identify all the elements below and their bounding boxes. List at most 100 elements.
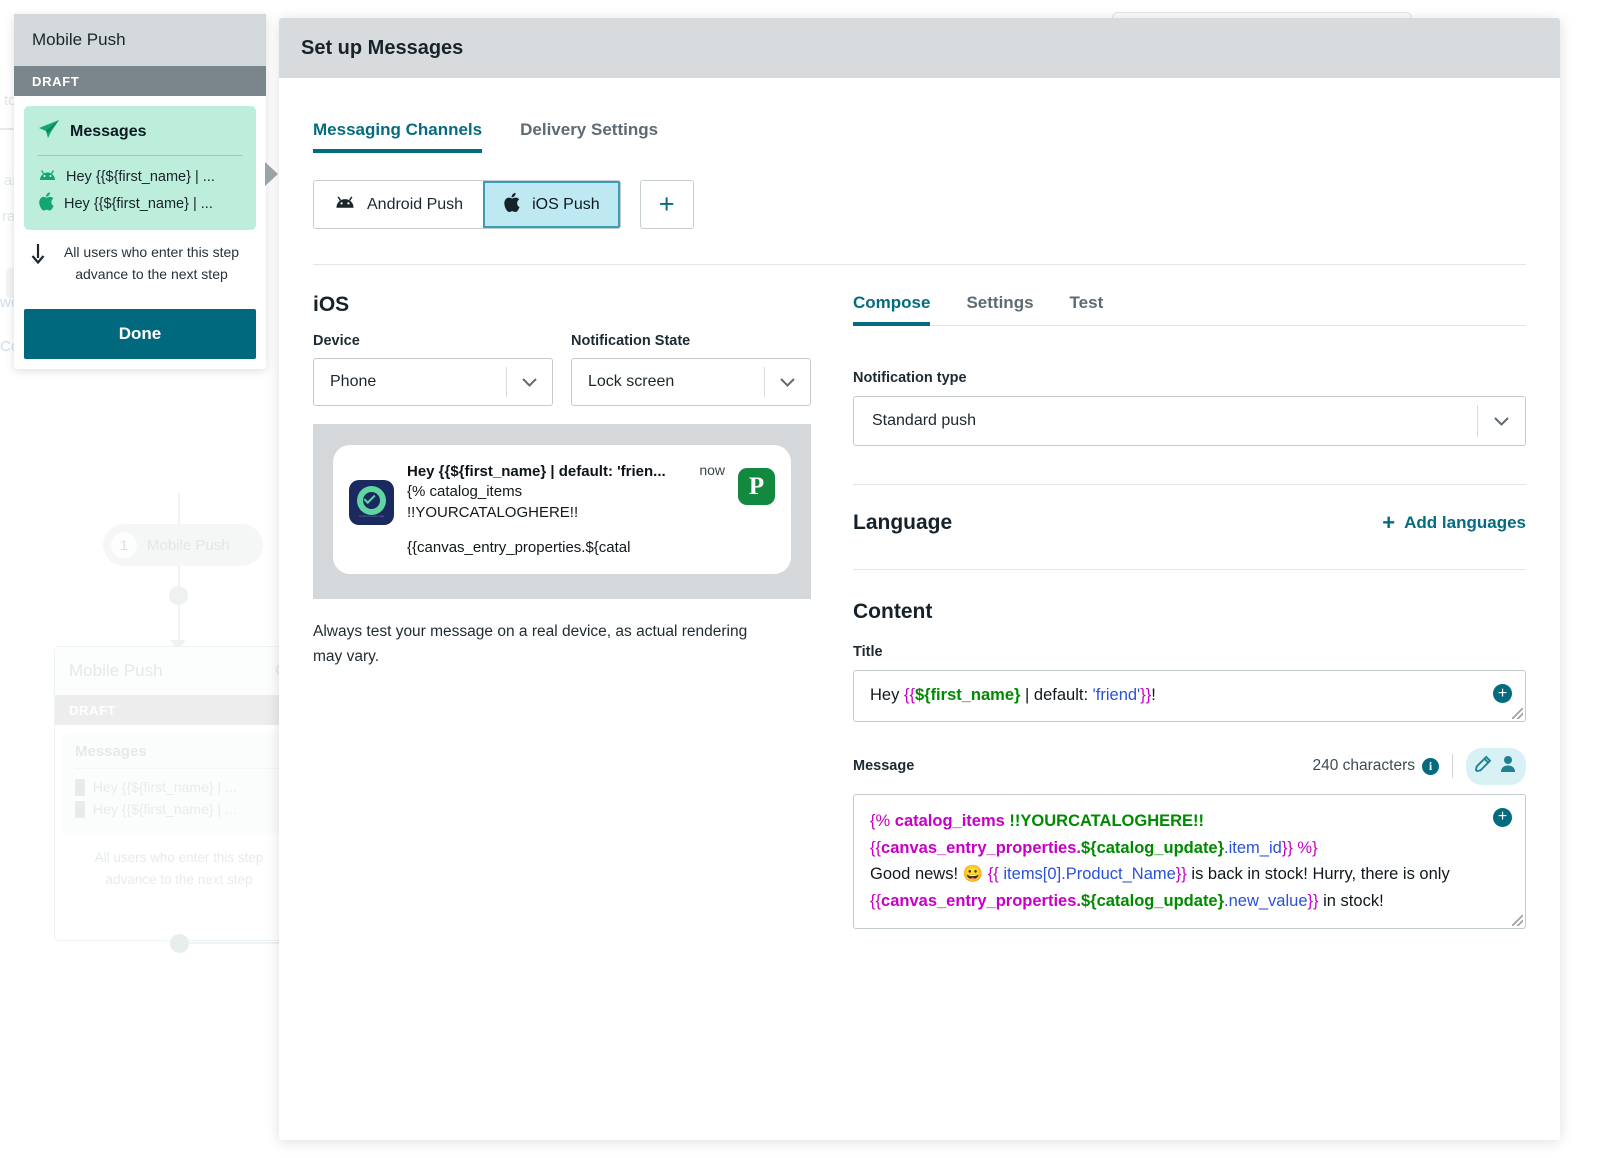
msg-l4-close: }} — [1307, 892, 1319, 911]
message-resize-handle[interactable] — [1512, 914, 1523, 926]
messages-card-divider — [38, 155, 242, 156]
notification-preview: verified secure app Hey {{${first_name} … — [313, 424, 811, 599]
apple-icon — [38, 192, 55, 215]
bg-connector-dot — [169, 586, 188, 605]
channel-selector: Android Push iOS Push + — [313, 180, 1526, 229]
tab-compose[interactable]: Compose — [853, 293, 931, 326]
character-count: 240 characters i — [1312, 757, 1439, 775]
device-field: Device Phone — [313, 333, 553, 406]
notification-state-select-value: Lock screen — [588, 373, 675, 390]
compose-tabs: Compose Settings Test — [853, 293, 1526, 326]
compose-column: Compose Settings Test Notification type … — [853, 293, 1526, 929]
channel-ios-push-label: iOS Push — [532, 195, 600, 213]
device-select-value: Phone — [330, 373, 377, 390]
add-languages-label: Add languages — [1404, 513, 1526, 532]
tab-messaging-channels[interactable]: Messaging Channels — [313, 120, 483, 153]
msg-l2-field: .item_id — [1224, 838, 1282, 857]
chevron-down-icon — [764, 367, 810, 397]
title-plain-1: Hey — [870, 686, 904, 704]
bg-card-status: DRAFT — [55, 695, 303, 725]
paper-plane-icon — [38, 119, 60, 144]
tab-test[interactable]: Test — [1070, 293, 1104, 325]
msg-l1-catalog: !!YOURCATALOGHERE!! — [1009, 811, 1205, 830]
msg-l2-prop: canvas_entry_properties — [881, 838, 1077, 857]
channel-ios-push[interactable]: iOS Push — [483, 181, 620, 228]
message-textarea[interactable]: {% catalog_items !!YOURCATALOGHERE!! {{c… — [853, 793, 1526, 929]
panel-title: Mobile Push — [14, 14, 266, 66]
bg-canvas-node: 1 Mobile Push — [103, 524, 263, 566]
title-close-brace: }} — [1140, 686, 1152, 704]
character-count-text: 240 characters — [1312, 757, 1415, 775]
apple-icon — [503, 192, 521, 218]
done-button[interactable]: Done — [24, 309, 256, 360]
msg-l3-var: items[0].Product_Name — [1003, 865, 1176, 884]
message-add-personalization-icon[interactable]: + — [1493, 807, 1512, 827]
title-open-brace: {{ — [903, 686, 915, 704]
msg-l4-end: in stock! — [1318, 892, 1384, 911]
device-label: Device — [313, 333, 360, 349]
messages-card[interactable]: Messages Hey {{${first_name} | ... Hey {… — [24, 106, 256, 230]
notification-type-select[interactable]: Standard push — [853, 396, 1526, 446]
plus-icon: + — [1382, 510, 1396, 535]
device-select[interactable]: Phone — [313, 358, 553, 406]
info-icon[interactable]: i — [1422, 757, 1439, 775]
message-row-android[interactable]: Hey {{${first_name} | ... — [38, 165, 242, 189]
android-icon — [38, 168, 57, 186]
bg-card-messages-label: Messages — [75, 743, 147, 760]
app-icon: verified secure app — [349, 480, 394, 525]
notification-subtitle-line1: {% catalog_items — [407, 483, 523, 501]
message-row-android-label: Hey {{${first_name} | ... — [66, 169, 215, 185]
notification-type-value: Standard push — [872, 412, 977, 429]
title-pipe: | default: — [1020, 686, 1093, 704]
message-group: Message 240 characters i {% catalog_item… — [853, 747, 1526, 929]
title-variable: ${first_name} — [914, 686, 1021, 704]
pencil-icon[interactable] — [1472, 753, 1494, 780]
chevron-down-icon — [506, 367, 552, 397]
notification-time: now — [699, 462, 725, 478]
toolbar-divider — [1452, 754, 1453, 779]
messages-card-label: Messages — [70, 122, 147, 140]
setup-messages-modal: Set up Messages Messaging Channels Deliv… — [279, 18, 1560, 1140]
panel-status-badge: DRAFT — [14, 66, 266, 96]
language-divider-top — [853, 484, 1526, 485]
android-icon — [334, 194, 356, 215]
message-label: Message — [853, 758, 915, 775]
bg-connector-top — [178, 493, 180, 525]
chevron-down-icon — [1477, 405, 1525, 437]
language-section: Language + Add languages — [853, 511, 1526, 535]
tab-settings[interactable]: Settings — [966, 293, 1033, 325]
bg-connector-bottom — [178, 566, 180, 644]
add-channel-button[interactable]: + — [639, 180, 694, 229]
bg-node-number: 1 — [111, 532, 137, 558]
msg-l2-open: {{ — [870, 838, 882, 857]
bg-card-row-2: Hey {{${first_name} | ... — [92, 801, 237, 817]
msg-l3-open: {{ — [983, 865, 1004, 884]
panel-advance-note: All users who enter this step advance to… — [24, 230, 256, 297]
msg-l4-field: .new_value — [1224, 892, 1308, 911]
msg-l3-close: }} — [1175, 865, 1187, 884]
title-resize-handle[interactable] — [1512, 707, 1523, 719]
channel-android-push[interactable]: Android Push — [314, 181, 484, 228]
content-heading: Content — [853, 600, 933, 623]
notification-subtitle-line2: !!YOURCATALOGHERE!! — [407, 503, 579, 521]
notification-state-select[interactable]: Lock screen — [571, 358, 811, 406]
language-divider-bottom — [853, 569, 1526, 570]
step-detail-panel: Mobile Push DRAFT Messages Hey {{${first… — [14, 14, 278, 370]
app-root: to ai rai nal P we Co 1 Mobile Push Mobi… — [0, 0, 1600, 1158]
notification-type-label: Notification type — [853, 370, 967, 386]
notification-title: Hey {{${first_name} | default: 'frien... — [407, 463, 666, 480]
title-input[interactable]: Hey {{${first_name} | default: 'friend'}… — [853, 670, 1526, 722]
message-row-ios[interactable]: Hey {{${first_name} | ... — [38, 189, 242, 218]
msg-l3-text-b: is back in stock! Hurry, there is only — [1186, 865, 1450, 884]
tab-delivery-settings[interactable]: Delivery Settings — [520, 120, 658, 153]
person-add-icon[interactable] — [1498, 753, 1520, 780]
bg-card-title: Mobile Push — [69, 661, 163, 680]
modal-title: Set up Messages — [279, 18, 1560, 78]
add-languages-button[interactable]: + Add languages — [1382, 512, 1526, 534]
bg-node-label: Mobile Push — [147, 536, 230, 554]
channel-android-push-label: Android Push — [367, 195, 464, 213]
language-heading: Language — [853, 511, 953, 534]
msg-l3-text-a: Good news! — [870, 865, 963, 884]
title-add-personalization-icon[interactable]: + — [1493, 684, 1512, 703]
msg-l1-tag: catalog_items — [890, 811, 1010, 830]
